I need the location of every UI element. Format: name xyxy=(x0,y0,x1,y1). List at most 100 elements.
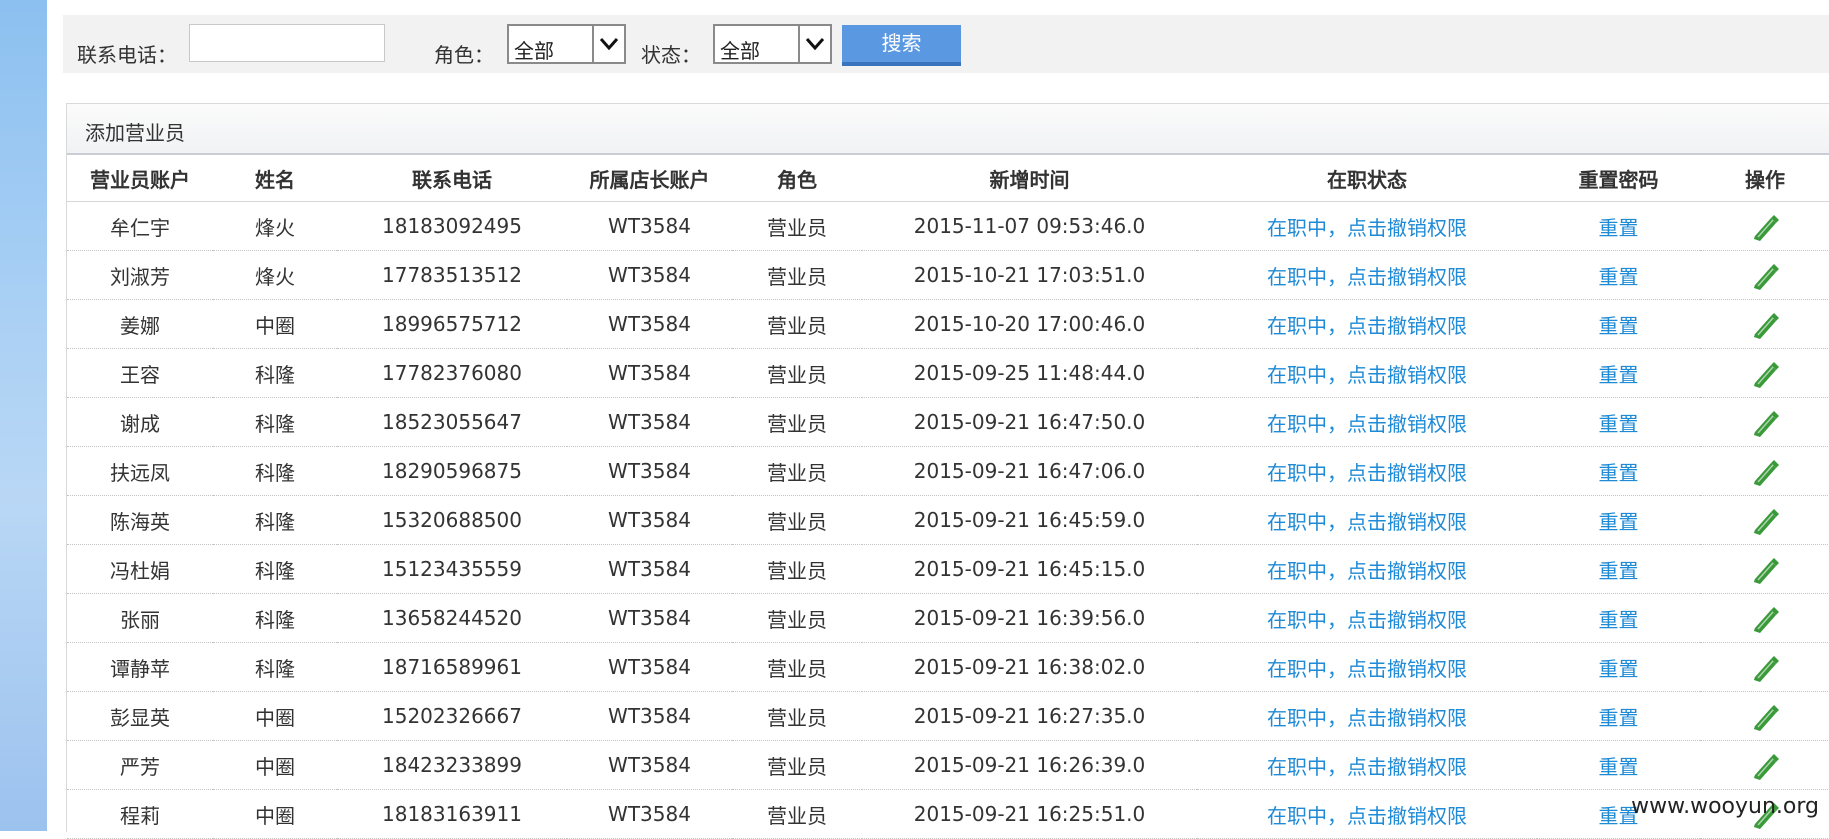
revoke-permission-link[interactable]: 在职中，点击撤销权限 xyxy=(1267,363,1467,387)
revoke-permission-link[interactable]: 在职中，点击撤销权限 xyxy=(1267,706,1467,730)
pencil-icon[interactable] xyxy=(1749,504,1781,536)
revoke-permission-link[interactable]: 在职中，点击撤销权限 xyxy=(1267,804,1467,828)
cell-manager: WT3584 xyxy=(608,459,691,483)
cell-name: 科隆 xyxy=(255,460,295,485)
status-select[interactable]: 全部 xyxy=(713,24,832,64)
cell-role: 营业员 xyxy=(732,691,862,741)
reset-password-link[interactable]: 重置 xyxy=(1599,510,1639,534)
cell-phone: 18423233899 xyxy=(337,740,567,790)
chevron-down-icon[interactable] xyxy=(798,26,830,62)
cell-time: 2015-09-21 16:27:35.0 xyxy=(913,704,1146,728)
cell-phone: 15202326667 xyxy=(337,691,567,741)
reset-password-link[interactable]: 重置 xyxy=(1599,412,1639,436)
cell-name: 科隆 xyxy=(213,593,337,643)
role-select[interactable]: 全部 xyxy=(507,24,626,64)
cell-phone: 15123435559 xyxy=(337,544,567,594)
cell-name: 中圈 xyxy=(213,691,337,741)
revoke-permission-link[interactable]: 在职中，点击撤销权限 xyxy=(1267,216,1467,240)
cell-manager: WT3584 xyxy=(608,704,691,728)
revoke-permission-link[interactable]: 在职中，点击撤销权限 xyxy=(1267,461,1467,485)
cell-time: 2015-11-07 09:53:46.0 xyxy=(862,201,1197,251)
phone-filter-input[interactable] xyxy=(189,24,385,62)
add-salesperson-button[interactable]: 添加营业员 xyxy=(85,117,185,146)
cell-manager: WT3584 xyxy=(567,250,732,300)
cell-time: 2015-10-21 17:03:51.0 xyxy=(862,250,1197,300)
col-header-account: 营业员账户 xyxy=(67,155,213,202)
revoke-permission-cell: 在职中，点击撤销权限 xyxy=(1197,642,1537,692)
cell-name: 中圈 xyxy=(255,313,295,338)
cell-manager: WT3584 xyxy=(567,593,732,643)
cell-account: 冯杜娟 xyxy=(67,544,213,594)
cell-manager: WT3584 xyxy=(608,214,691,238)
pencil-icon[interactable] xyxy=(1749,259,1781,291)
reset-password-link[interactable]: 重置 xyxy=(1599,265,1639,289)
actions-cell xyxy=(1700,397,1829,447)
cell-manager: WT3584 xyxy=(567,446,732,496)
cell-phone: 18523055647 xyxy=(382,410,522,434)
reset-password-link[interactable]: 重置 xyxy=(1599,657,1639,681)
left-sidebar-strip xyxy=(0,0,47,831)
table-row: 张丽 科隆 13658244520 WT3584 营业员 2015-09-21 16:39… xyxy=(67,593,1829,643)
pencil-icon[interactable] xyxy=(1749,406,1781,438)
revoke-permission-link[interactable]: 在职中，点击撤销权限 xyxy=(1267,314,1467,338)
cell-role: 营业员 xyxy=(732,397,862,447)
cell-phone: 18523055647 xyxy=(337,397,567,447)
cell-role: 营业员 xyxy=(767,705,827,730)
pencil-icon[interactable] xyxy=(1749,210,1781,242)
cell-name: 科隆 xyxy=(255,411,295,436)
actions-cell xyxy=(1700,544,1829,594)
cell-account: 刘淑芳 xyxy=(110,264,170,289)
reset-password-cell: 重置 xyxy=(1537,348,1700,398)
pencil-icon[interactable] xyxy=(1749,455,1781,487)
cell-account: 扶远凤 xyxy=(110,460,170,485)
revoke-permission-link[interactable]: 在职中，点击撤销权限 xyxy=(1267,608,1467,632)
cell-name: 科隆 xyxy=(213,642,337,692)
pencil-icon[interactable] xyxy=(1749,308,1781,340)
cell-account: 姜娜 xyxy=(120,313,160,338)
pencil-icon[interactable] xyxy=(1749,553,1781,585)
revoke-permission-link[interactable]: 在职中，点击撤销权限 xyxy=(1267,265,1467,289)
cell-name: 烽火 xyxy=(213,201,337,251)
status-filter-label: 状态： xyxy=(641,43,701,67)
revoke-permission-cell: 在职中，点击撤销权限 xyxy=(1197,299,1537,349)
chevron-down-icon[interactable] xyxy=(592,26,624,62)
cell-account: 扶远凤 xyxy=(67,446,213,496)
cell-role: 营业员 xyxy=(767,754,827,779)
reset-password-link[interactable]: 重置 xyxy=(1599,461,1639,485)
revoke-permission-link[interactable]: 在职中，点击撤销权限 xyxy=(1267,755,1467,779)
cell-time: 2015-09-21 16:47:06.0 xyxy=(862,446,1197,496)
cell-role: 营业员 xyxy=(767,558,827,583)
revoke-permission-link[interactable]: 在职中，点击撤销权限 xyxy=(1267,657,1467,681)
reset-password-link[interactable]: 重置 xyxy=(1599,363,1639,387)
cell-time: 2015-09-21 16:27:35.0 xyxy=(862,691,1197,741)
actions-cell xyxy=(1700,250,1829,300)
cell-account: 牟仁宇 xyxy=(110,215,170,240)
cell-manager: WT3584 xyxy=(567,642,732,692)
reset-password-link[interactable]: 重置 xyxy=(1599,755,1639,779)
cell-time: 2015-09-21 16:26:39.0 xyxy=(862,740,1197,790)
pencil-icon[interactable] xyxy=(1749,357,1781,389)
revoke-permission-link[interactable]: 在职中，点击撤销权限 xyxy=(1267,559,1467,583)
reset-password-link[interactable]: 重置 xyxy=(1599,559,1639,583)
revoke-permission-link[interactable]: 在职中，点击撤销权限 xyxy=(1267,412,1467,436)
cell-time: 2015-09-21 16:25:51.0 xyxy=(913,802,1146,826)
pencil-icon[interactable] xyxy=(1749,700,1781,732)
table-row: 王容 科隆 17782376080 WT3584 营业员 2015-09-25 11:48… xyxy=(67,348,1829,398)
cell-time: 2015-09-21 16:45:59.0 xyxy=(862,495,1197,545)
reset-password-link[interactable]: 重置 xyxy=(1599,608,1639,632)
reset-password-link[interactable]: 重置 xyxy=(1599,706,1639,730)
search-button[interactable]: 搜索 xyxy=(842,25,961,66)
cell-time: 2015-11-07 09:53:46.0 xyxy=(913,214,1146,238)
cell-phone: 15123435559 xyxy=(382,557,522,581)
reset-password-link[interactable]: 重置 xyxy=(1599,314,1639,338)
cell-time: 2015-10-20 17:00:46.0 xyxy=(913,312,1146,336)
pencil-icon[interactable] xyxy=(1749,651,1781,683)
role-filter-label: 角色： xyxy=(434,43,494,67)
revoke-permission-link[interactable]: 在职中，点击撤销权限 xyxy=(1267,510,1467,534)
reset-password-link[interactable]: 重置 xyxy=(1599,216,1639,240)
pencil-icon[interactable] xyxy=(1749,602,1781,634)
col-header-status: 在职状态 xyxy=(1197,155,1537,202)
pencil-icon[interactable] xyxy=(1749,749,1781,781)
cell-manager: WT3584 xyxy=(608,312,691,336)
cell-name: 科隆 xyxy=(255,558,295,583)
